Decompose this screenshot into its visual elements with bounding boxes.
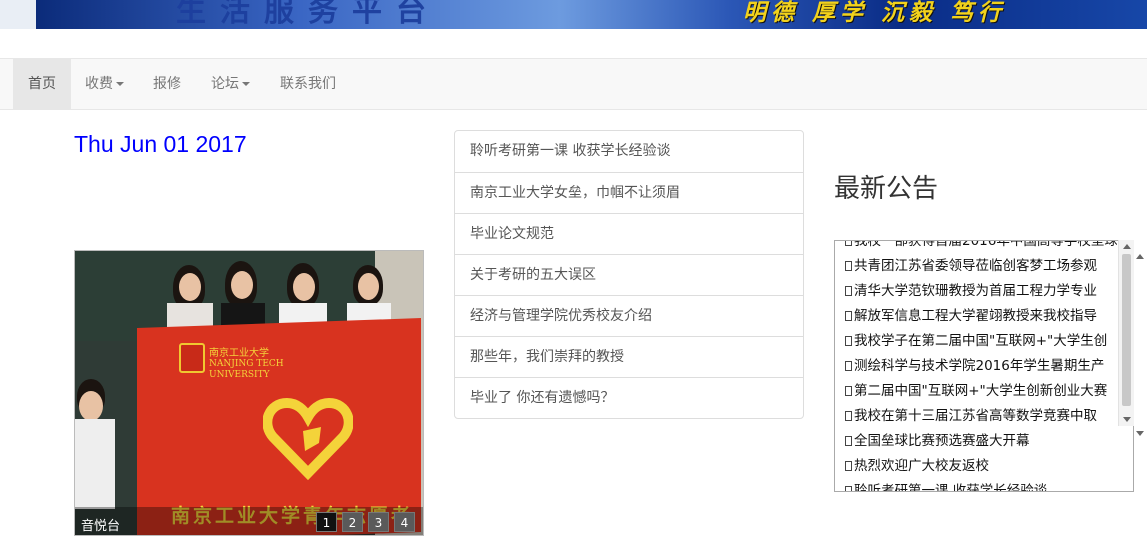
notice-item-label: 聆听考研第一课 收获学长经验谈 [854,483,1048,492]
notice-item-label: 我校一部获得首届2016年中国高等学校垒球 [854,240,1117,249]
notice-item[interactable]: 全国垒球比赛预选赛盛大开幕 [845,429,1117,454]
notice-item-label: 热烈欢迎广大校友返校 [854,458,989,474]
nav-repair-label: 报修 [153,76,181,92]
notice-item[interactable]: 共青团江苏省委领导莅临创客梦工场参观 [845,254,1117,279]
scroll-down-icon[interactable] [1123,417,1131,422]
scroll-thumb[interactable] [1122,254,1131,406]
article-link[interactable]: 那些年，我们崇拜的教授 [455,336,803,377]
page-scrollbar[interactable] [1134,250,1147,440]
notice-item[interactable]: 我校一部获得首届2016年中国高等学校垒球 [845,240,1117,254]
notice-item-label: 测绘科学与技术学院2016年学生暑期生产 [854,358,1105,374]
notice-item-label: 共青团江苏省委领导莅临创客梦工场参观 [854,258,1097,274]
heart-hand-icon [263,397,353,481]
notice-item-label: 清华大学范钦珊教授为首届工程力学专业 [854,283,1097,299]
notices-title: 最新公告 [834,174,939,204]
notice-item[interactable]: 我校在第十三届江苏省高等数学竞赛中取 [845,404,1117,429]
article-link[interactable]: 南京工业大学女垒，巾帼不让须眉 [455,172,803,213]
bullet-icon [845,311,852,321]
slide-page-3[interactable]: 3 [368,512,389,532]
nav-fees-label: 收费 [85,76,113,92]
notice-item[interactable]: 清华大学范钦珊教授为首届工程力学专业 [845,279,1117,304]
slide-page-4[interactable]: 4 [394,512,415,532]
nav-contact-label: 联系我们 [280,76,336,92]
flag-university-name: 南京工业大学 [209,348,269,359]
notice-item[interactable]: 解放军信息工程大学翟翊教授来我校指导 [845,304,1117,329]
notice-item-label: 我校学子在第二届中国"互联网+"大学生创 [854,333,1108,349]
notice-item[interactable]: 热烈欢迎广大校友返校 [845,454,1117,479]
notice-item[interactable]: 聆听考研第一课 收获学长经验谈 [845,479,1117,492]
bullet-icon [845,411,852,421]
notices-marquee: 我校一部获得首届2016年中国高等学校垒球 共青团江苏省委领导莅临创客梦工场参观… [834,240,1134,492]
bullet-icon [845,286,852,296]
photo-slideshow[interactable]: 南京工业大学 NANJING TECH UNIVERSITY 南京工业大学青年志… [74,250,424,536]
current-date: Thu Jun 01 2017 [74,131,247,157]
header-banner: 生活服务平台 明德 厚学 沉毅 笃行 [0,0,1147,29]
university-logo [179,343,205,373]
nav-forum[interactable]: 论坛 [211,59,250,109]
main-navbar: 首页 收费 报修 论坛 联系我们 [0,58,1147,110]
scroll-up-icon[interactable] [1136,254,1144,259]
nav-home[interactable]: 首页 [13,59,71,109]
notice-item[interactable]: 我校学子在第二届中国"互联网+"大学生创 [845,329,1117,354]
notices-scrollbar[interactable] [1118,240,1134,426]
notice-item[interactable]: 第二届中国"互联网+"大学生创新创业大赛 [845,379,1117,404]
scroll-up-icon[interactable] [1123,244,1131,249]
notice-item[interactable]: 测绘科学与技术学院2016年学生暑期生产 [845,354,1117,379]
bullet-icon [845,361,852,371]
notice-item-label: 解放军信息工程大学翟翊教授来我校指导 [854,308,1097,324]
scroll-down-icon[interactable] [1136,431,1144,436]
chevron-down-icon [242,82,250,86]
flag-university-en2: UNIVERSITY [209,370,270,380]
bullet-icon [845,461,852,471]
nav-repair[interactable]: 报修 [153,59,181,109]
flag-university-en1: NANJING TECH [209,359,284,369]
slide-page-2[interactable]: 2 [342,512,363,532]
bullet-icon [845,336,852,346]
slide-caption: 音悦台 [81,519,121,534]
article-link[interactable]: 毕业了 你还有遗憾吗？ [455,377,803,418]
article-link[interactable]: 关于考研的五大误区 [455,254,803,295]
nav-fees[interactable]: 收费 [85,59,124,109]
article-link[interactable]: 经济与管理学院优秀校友介绍 [455,295,803,336]
bullet-icon [845,386,852,396]
banner-motto: 明德 厚学 沉毅 笃行 [743,0,1007,26]
article-list: 聆听考研第一课 收获学长经验谈 南京工业大学女垒，巾帼不让须眉 毕业论文规范 关… [454,130,804,419]
chevron-down-icon [116,82,124,86]
article-link[interactable]: 毕业论文规范 [455,213,803,254]
bullet-icon [845,261,852,271]
notice-item-label: 第二届中国"互联网+"大学生创新创业大赛 [854,383,1108,399]
bullet-icon [845,436,852,446]
bullet-icon [845,486,852,491]
bullet-icon [845,241,852,246]
notice-item-label: 我校在第十三届江苏省高等数学竞赛中取 [854,408,1097,424]
nav-contact[interactable]: 联系我们 [280,59,336,109]
banner-title: 生活服务平台 [176,0,440,29]
notice-item-label: 全国垒球比赛预选赛盛大开幕 [854,433,1030,449]
slide-page-1[interactable]: 1 [316,512,337,532]
article-link[interactable]: 聆听考研第一课 收获学长经验谈 [455,131,803,172]
nav-home-label: 首页 [28,76,56,92]
nav-forum-label: 论坛 [211,76,239,92]
